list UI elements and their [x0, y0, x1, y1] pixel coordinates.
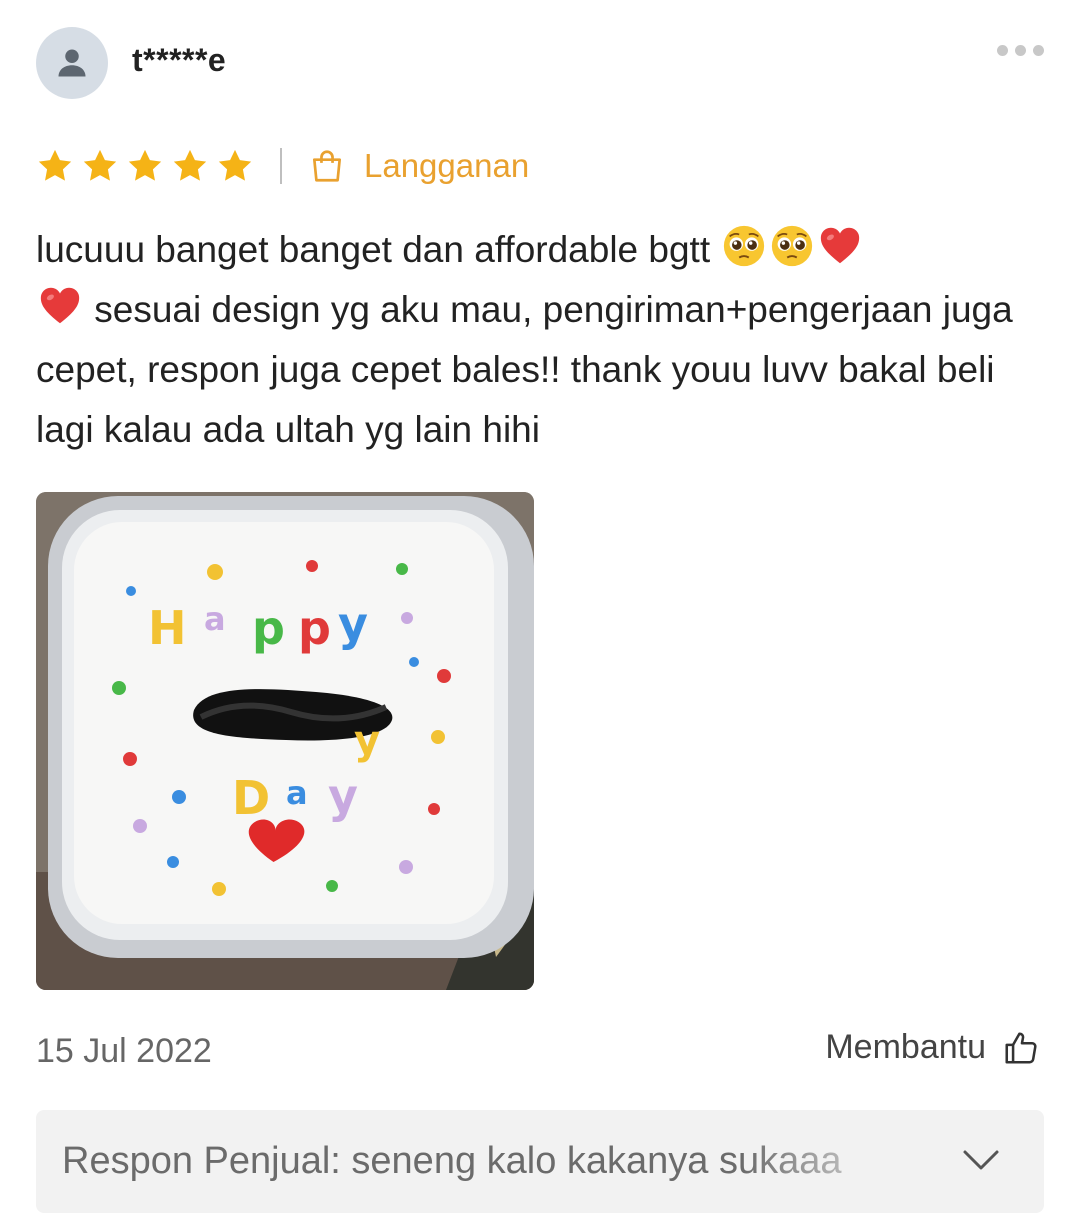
- svg-text:p: p: [252, 601, 285, 655]
- thumbs-up-icon: [1005, 1031, 1037, 1064]
- cake-text-bottom: D: [232, 771, 270, 825]
- svg-text:p: p: [298, 601, 331, 655]
- star-icon: [173, 149, 207, 181]
- user-icon: [58, 49, 86, 77]
- pleading-face-emoji: [724, 225, 765, 267]
- star-icon: [218, 149, 252, 181]
- reviewer-name: t*****e: [132, 42, 227, 78]
- review-date: 15 Jul 2022: [36, 1032, 212, 1070]
- red-heart-emoji: [821, 227, 860, 264]
- more-options-button[interactable]: [992, 38, 1048, 62]
- svg-text:y: y: [354, 718, 380, 764]
- rating-row: Langganan: [36, 142, 529, 190]
- svg-text:a: a: [286, 774, 308, 812]
- red-heart-emoji: [40, 287, 80, 324]
- svg-text:y: y: [328, 769, 358, 823]
- divider: [280, 148, 282, 184]
- star-rating: [36, 147, 254, 185]
- helpful-label: Membantu: [825, 1028, 986, 1066]
- variant-label: Langganan: [364, 147, 530, 184]
- star-icon: [128, 149, 162, 181]
- review-line-1: lucuuu banget banget dan affordable bgtt: [36, 229, 711, 270]
- review-photo[interactable]: H a p p y D a y y: [36, 492, 534, 990]
- avatar[interactable]: [36, 27, 108, 99]
- seller-response[interactable]: Respon Penjual: seneng kalo kakanya suka…: [36, 1110, 1044, 1213]
- review-text: lucuuu banget banget dan affordable bgtt…: [36, 220, 1048, 460]
- star-icon: [38, 149, 72, 181]
- cake-photo-illustration: H a p p y D a y y: [36, 492, 534, 990]
- chevron-down-icon[interactable]: [962, 1146, 1000, 1176]
- star-icon: [83, 149, 117, 181]
- helpful-button[interactable]: Membantu: [825, 1028, 1040, 1067]
- more-horizontal-icon: [996, 44, 1008, 56]
- svg-text:y: y: [338, 597, 368, 651]
- pleading-face-emoji: [772, 225, 813, 267]
- review-line-2: sesuai design yg aku mau, pengiriman+pen…: [36, 289, 1013, 450]
- svg-text:a: a: [204, 600, 226, 638]
- seller-response-text: Respon Penjual: seneng kalo kakanya suka…: [62, 1140, 842, 1182]
- shopping-bag-icon: [312, 150, 342, 182]
- cake-letter: H: [148, 601, 187, 655]
